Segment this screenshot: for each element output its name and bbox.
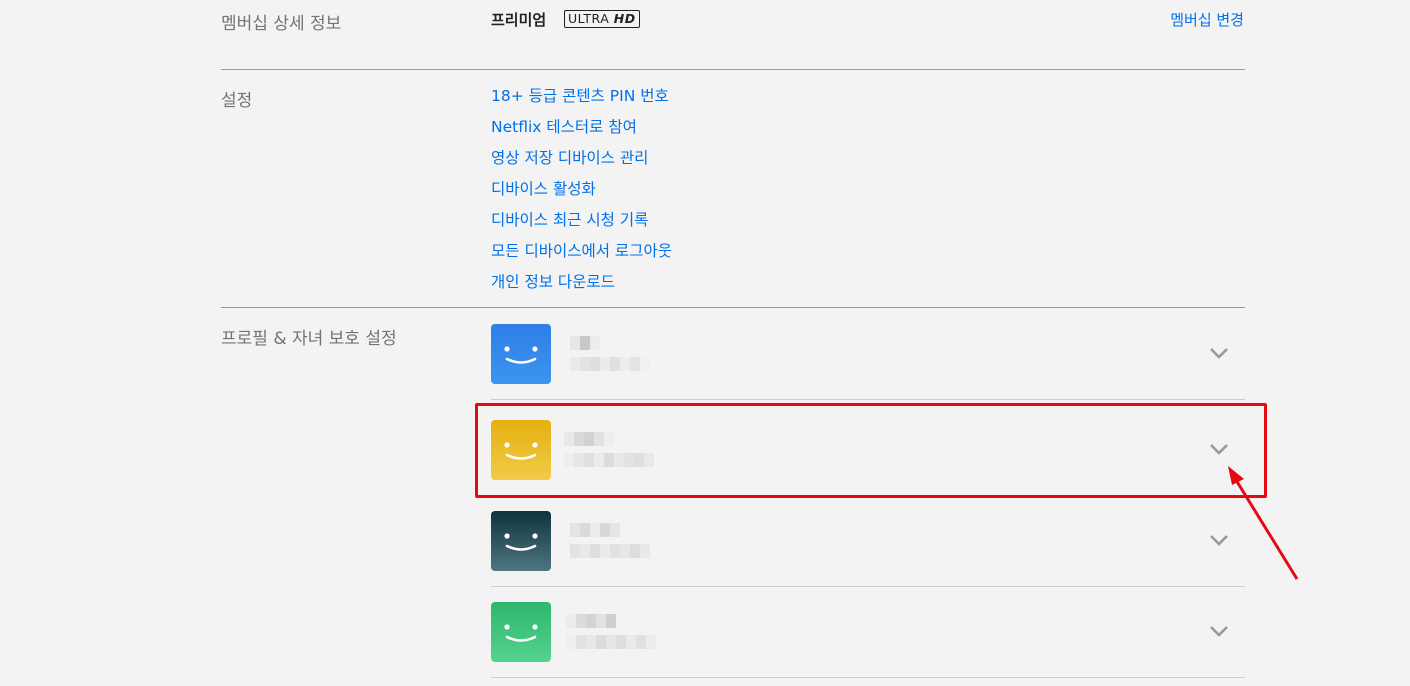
profile-name-redacted	[570, 523, 620, 537]
badge-ultra-text: ULTRA	[568, 11, 610, 26]
profile-divider	[491, 586, 1245, 587]
parental-pin-link[interactable]: 18+ 등급 콘텐츠 PIN 번호	[491, 87, 669, 105]
profile-avatar	[491, 511, 551, 571]
profile-divider	[491, 399, 1245, 400]
chevron-down-icon[interactable]	[1209, 621, 1229, 641]
chevron-down-icon[interactable]	[1209, 530, 1229, 550]
plan-name: 프리미엄	[491, 11, 547, 29]
chevron-down-icon[interactable]	[1209, 343, 1229, 363]
section-divider	[221, 307, 1245, 308]
profile-avatar	[491, 324, 551, 384]
settings-section-label: 설정	[221, 91, 253, 111]
chevron-down-icon[interactable]	[1209, 439, 1229, 459]
smiley-icon	[491, 324, 551, 384]
smiley-icon	[491, 602, 551, 662]
profile-name-redacted	[570, 336, 600, 350]
download-personal-info-link[interactable]: 개인 정보 다운로드	[491, 273, 615, 291]
ultra-hd-badge: ULTRA HD	[564, 10, 640, 28]
profile-name-redacted	[564, 432, 614, 446]
recent-device-streaming-link[interactable]: 디바이스 최근 시청 기록	[491, 211, 648, 229]
profile-details-redacted	[564, 453, 654, 467]
profile-name-redacted	[566, 614, 616, 628]
profiles-section-label: 프로필 & 자녀 보호 설정	[221, 329, 397, 349]
profile-details-redacted	[570, 544, 650, 558]
test-participation-link[interactable]: Netflix 테스터로 참여	[491, 118, 637, 136]
membership-section-label: 멤버십 상세 정보	[221, 14, 342, 34]
change-plan-link[interactable]: 멤버십 변경	[1170, 9, 1244, 30]
badge-hd-text: HD	[613, 11, 636, 26]
settings-links-list: 18+ 등급 콘텐츠 PIN 번호 Netflix 테스터로 참여 영상 저장 …	[491, 85, 672, 302]
profile-details-redacted	[570, 357, 650, 371]
sign-out-all-devices-link[interactable]: 모든 디바이스에서 로그아웃	[491, 242, 672, 260]
manage-download-devices-link[interactable]: 영상 저장 디바이스 관리	[491, 149, 648, 167]
smiley-icon	[491, 420, 551, 480]
profile-row[interactable]	[491, 602, 1245, 662]
profile-row[interactable]	[491, 324, 1245, 384]
activate-device-link[interactable]: 디바이스 활성화	[491, 180, 596, 198]
profile-avatar	[491, 420, 551, 480]
section-divider	[221, 69, 1245, 70]
profile-row[interactable]	[491, 420, 1245, 480]
profile-details-redacted	[566, 635, 656, 649]
profile-avatar	[491, 602, 551, 662]
profile-divider	[491, 495, 1245, 496]
profile-row[interactable]	[491, 511, 1245, 571]
profile-divider	[491, 677, 1245, 678]
smiley-icon	[491, 511, 551, 571]
